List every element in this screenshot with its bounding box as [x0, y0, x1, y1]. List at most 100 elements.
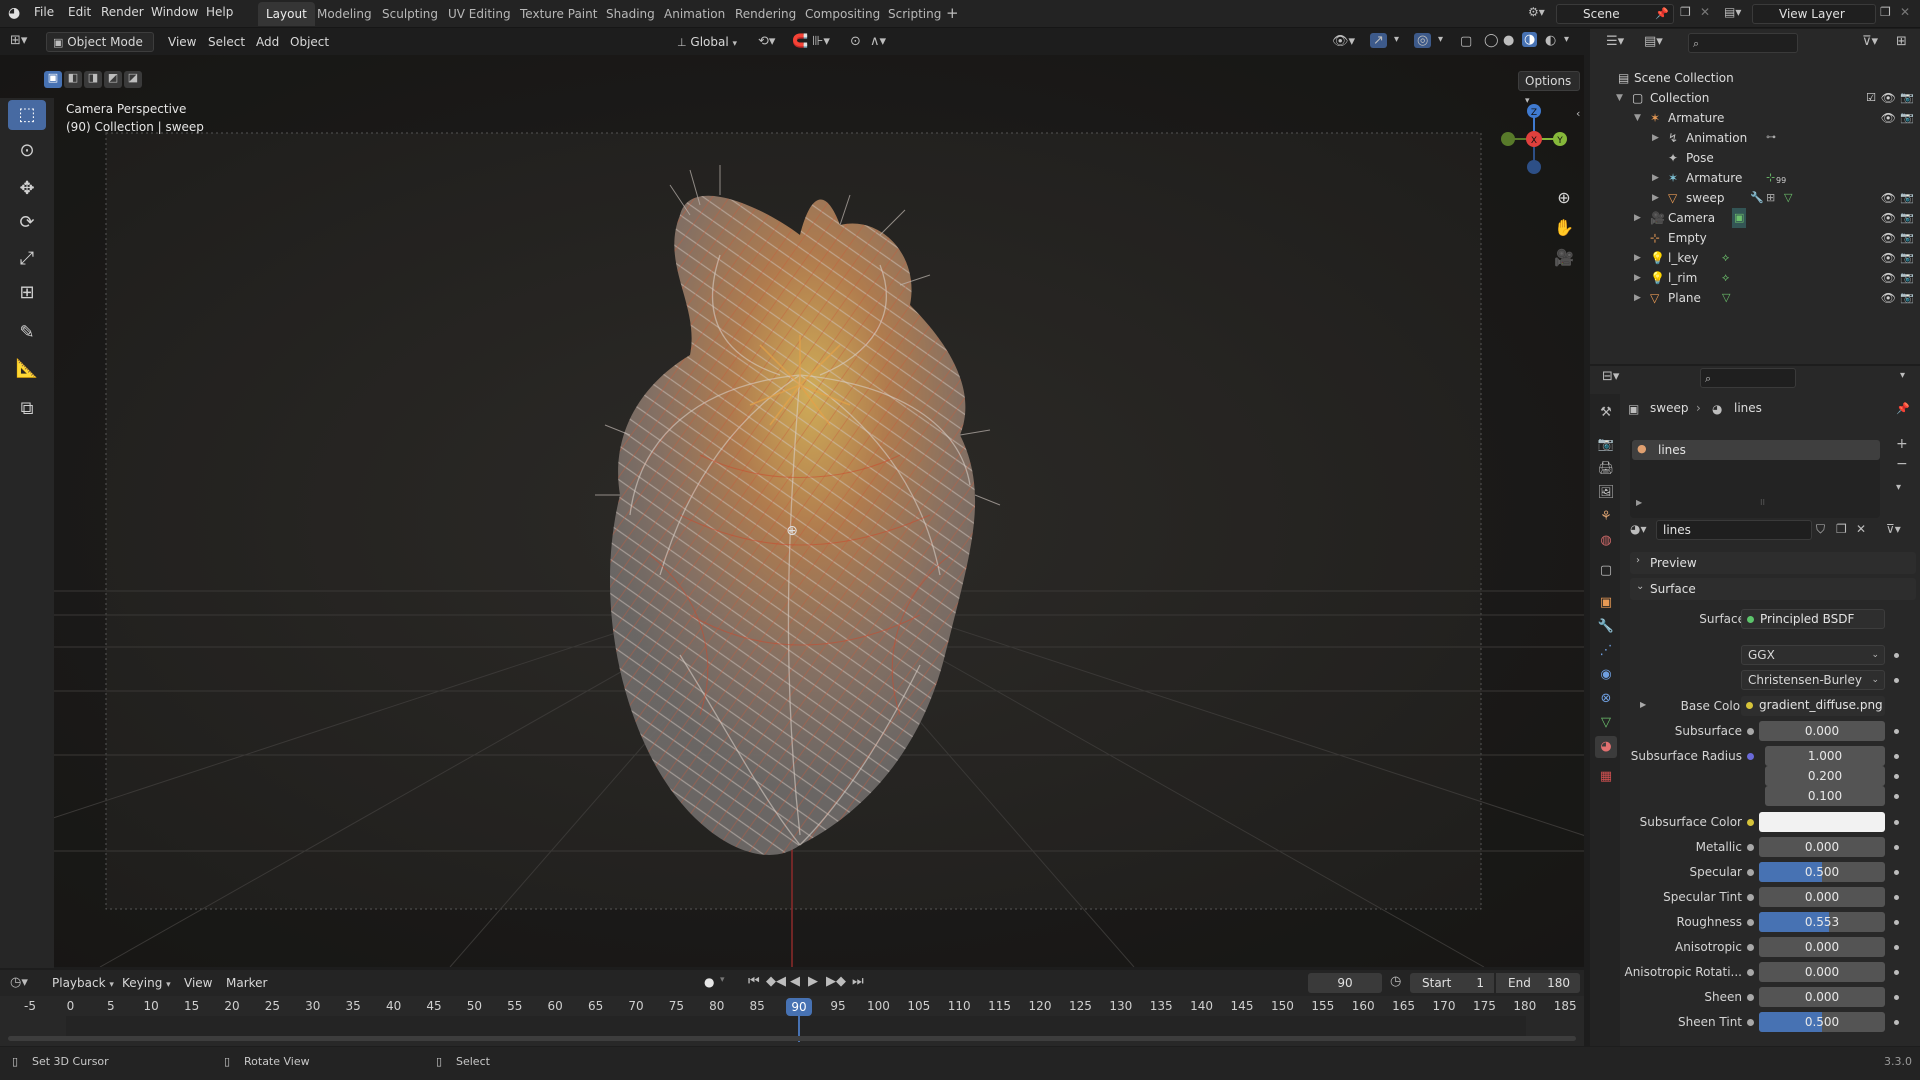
move-tool-icon[interactable]: ✥ — [8, 174, 46, 204]
socket-icon[interactable] — [1747, 969, 1754, 976]
properties-search-input[interactable]: ⌕ — [1700, 368, 1796, 388]
start-frame-field[interactable]: Start 1 — [1410, 973, 1494, 993]
socket-icon[interactable] — [1747, 869, 1754, 876]
material-name-field[interactable]: lines — [1656, 520, 1812, 540]
surface-panel-header[interactable]: ⌄ Surface — [1630, 578, 1916, 600]
constraints-tab-icon[interactable]: ⊗ — [1595, 688, 1617, 710]
new-collection-icon[interactable]: ⊞ — [1896, 34, 1907, 49]
play-reverse-icon[interactable]: ◀ — [790, 974, 800, 989]
tab-rendering[interactable]: Rendering — [727, 2, 804, 26]
outliner-editor-type-icon[interactable]: ☰▾ — [1606, 34, 1624, 49]
measure-tool-icon[interactable]: 📐 — [8, 354, 46, 384]
menu-render[interactable]: Render — [101, 5, 144, 19]
outliner-row-sweep[interactable]: ▶ ▽ sweep 🔧 ⊞ ▽ 👁 📷 — [1590, 188, 1920, 208]
particles-tab-icon[interactable]: ⋰ — [1595, 640, 1617, 662]
socket-icon[interactable] — [1747, 753, 1754, 760]
pin-icon[interactable]: 📌 — [1655, 5, 1669, 23]
xray-icon[interactable]: ▢ — [1460, 34, 1472, 49]
outliner-search-input[interactable]: ⌕ — [1688, 33, 1798, 53]
tab-texture-paint[interactable]: Texture Paint — [512, 2, 605, 26]
texture-tab-icon[interactable]: ▦ — [1595, 766, 1617, 788]
outliner-row-empty[interactable]: ⊹ Empty 👁 📷 — [1590, 228, 1920, 248]
eye-icon[interactable]: 👁 — [1881, 288, 1896, 308]
keyframe-dot[interactable] — [1894, 895, 1899, 900]
select-new-icon[interactable]: ▣ — [44, 71, 62, 88]
expand-arrow-icon[interactable]: ▶ — [1640, 700, 1646, 709]
preview-range-icon[interactable]: ◷ — [1390, 974, 1401, 989]
shader-field-value[interactable]: 0.000 — [1759, 962, 1885, 982]
camera-render-icon[interactable]: 📷 — [1900, 248, 1914, 268]
duplicate-material-icon[interactable]: ❐ — [1836, 522, 1847, 536]
menu-window[interactable]: Window — [151, 5, 198, 19]
shader-field-value[interactable]: 0.100 — [1765, 786, 1885, 806]
scene-selector-icon[interactable]: ⚙▾ — [1528, 5, 1545, 19]
navigation-gizmo[interactable]: Z Y X — [1494, 99, 1574, 179]
view-layer-field[interactable]: View Layer — [1752, 4, 1876, 24]
cursor-tool-icon[interactable]: ⊙ — [8, 136, 46, 166]
shader-field-value[interactable] — [1759, 812, 1885, 832]
pan-hand-icon[interactable]: ✋ — [1551, 215, 1577, 241]
expand-arrow-icon[interactable]: ▶ — [1652, 168, 1659, 188]
outliner-row-l-rim[interactable]: ▶ 💡 l_rim ⟡ 👁 📷 — [1590, 268, 1920, 288]
timeline-editor-type-icon[interactable]: ◷▾ — [10, 975, 28, 990]
outliner-row-scene-collection[interactable]: ▤ Scene Collection — [1590, 68, 1920, 88]
wireframe-shading-icon[interactable]: ◯ — [1484, 33, 1499, 48]
expand-arrow-icon[interactable]: ▶ — [1634, 248, 1641, 268]
view-layer-selector-icon[interactable]: ▤▾ — [1724, 5, 1741, 19]
camera-render-icon[interactable]: 📷 — [1900, 208, 1914, 228]
options-dropdown[interactable]: Options ▾ — [1518, 71, 1580, 106]
unlink-material-icon[interactable]: ✕ — [1856, 522, 1866, 536]
scale-tool-icon[interactable]: ⤢ — [8, 244, 46, 274]
new-scene-icon[interactable]: ❐ — [1680, 5, 1691, 19]
proportional-edit-icon[interactable]: ⊙ — [850, 34, 861, 49]
annotate-tool-icon[interactable]: ✎ — [8, 318, 46, 348]
tab-uv-editing[interactable]: UV Editing — [440, 2, 519, 26]
outliner-row-collection[interactable]: ▼ ▢ Collection ☑ 👁 📷 — [1590, 88, 1920, 108]
keyframe-dot[interactable] — [1894, 774, 1899, 779]
delete-view-layer-icon[interactable]: ✕ — [1900, 5, 1910, 19]
chevron-down-icon[interactable]: ▾ — [720, 975, 725, 985]
keyframe-dot[interactable] — [1894, 653, 1899, 658]
keyframe-dot[interactable] — [1894, 995, 1899, 1000]
falloff-icon[interactable]: ∧▾ — [870, 34, 886, 49]
tab-scripting[interactable]: Scripting — [880, 2, 949, 26]
keyframe-dot[interactable] — [1894, 1020, 1899, 1025]
shader-field-value[interactable]: 0.000 — [1759, 987, 1885, 1007]
remove-slot-icon[interactable]: − — [1896, 456, 1908, 472]
outliner-row-l-key[interactable]: ▶ 💡 l_key ⟡ 👁 📷 — [1590, 248, 1920, 268]
tab-shading[interactable]: Shading — [598, 2, 663, 26]
output-tab-icon[interactable]: 🖨 — [1595, 458, 1617, 480]
next-keyframe-icon[interactable]: ▶◆ — [826, 974, 846, 989]
jump-end-icon[interactable]: ⏭ — [852, 974, 864, 989]
new-view-layer-icon[interactable]: ❐ — [1880, 5, 1891, 19]
shader-field-value[interactable]: 0.000 — [1759, 837, 1885, 857]
camera-render-icon[interactable]: 📷 — [1900, 228, 1914, 248]
expand-arrow-icon[interactable]: ▶ — [1634, 288, 1641, 308]
camera-render-icon[interactable]: 📷 — [1900, 268, 1914, 288]
sidebar-toggle-icon[interactable]: ‹ — [1576, 107, 1580, 120]
outliner-row-armature-data[interactable]: ▶ ✶ Armature ⊹ 99 — [1590, 168, 1920, 188]
outliner-row-pose[interactable]: ✦ Pose — [1590, 148, 1920, 168]
resize-handle-icon[interactable]: ⁝⁝ — [1760, 498, 1765, 507]
socket-icon[interactable] — [1747, 819, 1754, 826]
tab-layout[interactable]: Layout — [258, 2, 315, 26]
menu-file[interactable]: File — [34, 5, 54, 19]
marker-menu[interactable]: Marker — [226, 973, 267, 993]
pin-icon[interactable]: 📌 — [1896, 402, 1910, 415]
add-workspace-icon[interactable]: + — [946, 4, 959, 22]
add-menu[interactable]: Add — [256, 32, 279, 52]
surface-shader-field[interactable]: Principled BSDF — [1741, 609, 1885, 629]
keyframe-dot[interactable] — [1894, 754, 1899, 759]
pivot-point-icon[interactable]: ⟲▾ — [758, 34, 775, 49]
camera-render-icon[interactable]: 📷 — [1900, 88, 1914, 108]
socket-icon[interactable] — [1747, 994, 1754, 1001]
transform-orientation-dropdown[interactable]: ⊥ Global ▾ — [670, 32, 748, 52]
display-mode-icon[interactable]: ▤▾ — [1644, 34, 1663, 49]
breadcrumb-object[interactable]: sweep — [1650, 401, 1688, 415]
jump-start-icon[interactable]: ⏮ — [748, 974, 760, 989]
play-icon[interactable]: ▶ — [808, 974, 818, 989]
expand-arrow-icon[interactable]: ▼ — [1634, 108, 1641, 128]
tab-animation[interactable]: Animation — [656, 2, 733, 26]
menu-edit[interactable]: Edit — [68, 5, 91, 19]
scene-field[interactable]: Scene 📌 — [1556, 4, 1674, 24]
